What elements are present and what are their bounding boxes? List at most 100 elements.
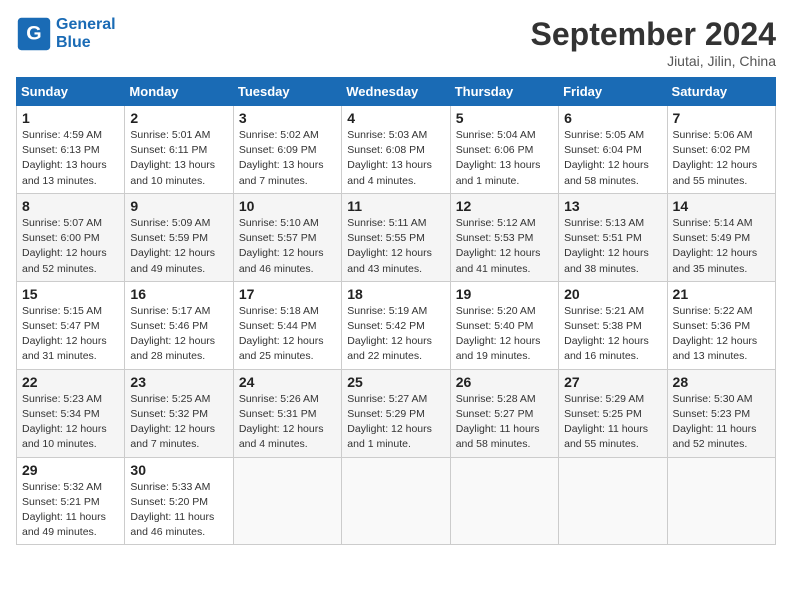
calendar-week-row: 8 Sunrise: 5:07 AM Sunset: 6:00 PM Daylig… [17,193,776,281]
day-number: 26 [456,374,553,390]
calendar-cell: 1 Sunrise: 4:59 AM Sunset: 6:13 PM Daylig… [17,106,125,194]
calendar-cell: 7 Sunrise: 5:06 AM Sunset: 6:02 PM Daylig… [667,106,775,194]
day-number: 12 [456,198,553,214]
day-number: 3 [239,110,336,126]
calendar-cell: 13Sunrise: 5:13 AM Sunset: 5:51 PM Dayli… [559,193,667,281]
day-number: 10 [239,198,336,214]
calendar-cell [450,457,558,545]
day-info: Sunrise: 5:05 AM Sunset: 6:04 PM Dayligh… [564,128,661,189]
calendar-week-row: 15 Sunrise: 5:15 AM Sunset: 5:47 PM Dayli… [17,281,776,369]
day-info: Sunrise: 5:32 AM Sunset: 5:21 PM Dayligh… [22,480,119,541]
calendar-cell: 10 Sunrise: 5:10 AM Sunset: 5:57 PM Dayli… [233,193,341,281]
day-number: 27 [564,374,661,390]
day-number: 29 [22,462,119,478]
calendar-cell: 5Sunrise: 5:04 AM Sunset: 6:06 PM Daylig… [450,106,558,194]
calendar-cell: 11 Sunrise: 5:11 AM Sunset: 5:55 PM Dayli… [342,193,450,281]
day-info: Sunrise: 5:17 AM Sunset: 5:46 PM Dayligh… [130,304,227,365]
logo-icon: G [16,16,52,52]
calendar-week-row: 1 Sunrise: 4:59 AM Sunset: 6:13 PM Daylig… [17,106,776,194]
calendar-cell: 8 Sunrise: 5:07 AM Sunset: 6:00 PM Daylig… [17,193,125,281]
title-area: September 2024 Jiutai, Jilin, China [531,16,776,69]
day-info: Sunrise: 5:27 AM Sunset: 5:29 PM Dayligh… [347,392,444,453]
calendar-cell: 21Sunrise: 5:22 AM Sunset: 5:36 PM Dayli… [667,281,775,369]
day-number: 7 [673,110,770,126]
calendar-cell: 28Sunrise: 5:30 AM Sunset: 5:23 PM Dayli… [667,369,775,457]
day-number: 11 [347,198,444,214]
day-info: Sunrise: 5:28 AM Sunset: 5:27 PM Dayligh… [456,392,553,453]
weekday-header-saturday: Saturday [667,78,775,106]
day-number: 21 [673,286,770,302]
calendar-cell: 24 Sunrise: 5:26 AM Sunset: 5:31 PM Dayli… [233,369,341,457]
calendar-cell: 23Sunrise: 5:25 AM Sunset: 5:32 PM Dayli… [125,369,233,457]
calendar-cell [667,457,775,545]
calendar-cell: 26 Sunrise: 5:28 AM Sunset: 5:27 PM Dayli… [450,369,558,457]
day-info: Sunrise: 5:04 AM Sunset: 6:06 PM Dayligh… [456,128,553,189]
day-number: 24 [239,374,336,390]
calendar-cell: 15 Sunrise: 5:15 AM Sunset: 5:47 PM Dayli… [17,281,125,369]
calendar-week-row: 22Sunrise: 5:23 AM Sunset: 5:34 PM Dayli… [17,369,776,457]
day-number: 15 [22,286,119,302]
calendar-cell: 19 Sunrise: 5:20 AM Sunset: 5:40 PM Dayli… [450,281,558,369]
day-info: Sunrise: 5:03 AM Sunset: 6:08 PM Dayligh… [347,128,444,189]
calendar-cell: 18 Sunrise: 5:19 AM Sunset: 5:42 PM Dayli… [342,281,450,369]
day-number: 6 [564,110,661,126]
day-info: Sunrise: 5:20 AM Sunset: 5:40 PM Dayligh… [456,304,553,365]
calendar-cell: 14Sunrise: 5:14 AM Sunset: 5:49 PM Dayli… [667,193,775,281]
day-number: 9 [130,198,227,214]
day-info: Sunrise: 5:12 AM Sunset: 5:53 PM Dayligh… [456,216,553,277]
weekday-header-tuesday: Tuesday [233,78,341,106]
month-title: September 2024 [531,16,776,53]
day-info: Sunrise: 5:09 AM Sunset: 5:59 PM Dayligh… [130,216,227,277]
calendar-cell: 25 Sunrise: 5:27 AM Sunset: 5:29 PM Dayli… [342,369,450,457]
calendar-cell: 12 Sunrise: 5:12 AM Sunset: 5:53 PM Dayli… [450,193,558,281]
calendar-cell: 30 Sunrise: 5:33 AM Sunset: 5:20 PM Dayli… [125,457,233,545]
calendar-cell: 22Sunrise: 5:23 AM Sunset: 5:34 PM Dayli… [17,369,125,457]
day-info: Sunrise: 5:06 AM Sunset: 6:02 PM Dayligh… [673,128,770,189]
day-number: 2 [130,110,227,126]
weekday-header-sunday: Sunday [17,78,125,106]
weekday-header-thursday: Thursday [450,78,558,106]
svg-text:G: G [26,22,41,44]
day-number: 1 [22,110,119,126]
day-number: 16 [130,286,227,302]
weekday-header-wednesday: Wednesday [342,78,450,106]
day-info: Sunrise: 5:10 AM Sunset: 5:57 PM Dayligh… [239,216,336,277]
day-info: Sunrise: 5:19 AM Sunset: 5:42 PM Dayligh… [347,304,444,365]
calendar-cell: 3 Sunrise: 5:02 AM Sunset: 6:09 PM Daylig… [233,106,341,194]
page-header: G General Blue September 2024 Jiutai, Ji… [16,16,776,69]
day-number: 18 [347,286,444,302]
calendar-cell: 20Sunrise: 5:21 AM Sunset: 5:38 PM Dayli… [559,281,667,369]
calendar-cell: 16 Sunrise: 5:17 AM Sunset: 5:46 PM Dayli… [125,281,233,369]
calendar-cell: 27Sunrise: 5:29 AM Sunset: 5:25 PM Dayli… [559,369,667,457]
day-number: 25 [347,374,444,390]
day-info: Sunrise: 5:02 AM Sunset: 6:09 PM Dayligh… [239,128,336,189]
logo: G General Blue [16,16,116,52]
calendar-cell: 17Sunrise: 5:18 AM Sunset: 5:44 PM Dayli… [233,281,341,369]
calendar-cell: 2Sunrise: 5:01 AM Sunset: 6:11 PM Daylig… [125,106,233,194]
day-info: Sunrise: 5:07 AM Sunset: 6:00 PM Dayligh… [22,216,119,277]
day-number: 4 [347,110,444,126]
calendar-week-row: 29 Sunrise: 5:32 AM Sunset: 5:21 PM Dayli… [17,457,776,545]
day-info: Sunrise: 5:30 AM Sunset: 5:23 PM Dayligh… [673,392,770,453]
day-number: 17 [239,286,336,302]
day-number: 8 [22,198,119,214]
location: Jiutai, Jilin, China [531,53,776,69]
calendar-table: SundayMondayTuesdayWednesdayThursdayFrid… [16,77,776,545]
calendar-cell: 29 Sunrise: 5:32 AM Sunset: 5:21 PM Dayli… [17,457,125,545]
calendar-cell: 6 Sunrise: 5:05 AM Sunset: 6:04 PM Daylig… [559,106,667,194]
weekday-header-friday: Friday [559,78,667,106]
calendar-cell: 4 Sunrise: 5:03 AM Sunset: 6:08 PM Daylig… [342,106,450,194]
day-info: Sunrise: 4:59 AM Sunset: 6:13 PM Dayligh… [22,128,119,189]
weekday-header-monday: Monday [125,78,233,106]
day-info: Sunrise: 5:11 AM Sunset: 5:55 PM Dayligh… [347,216,444,277]
day-info: Sunrise: 5:15 AM Sunset: 5:47 PM Dayligh… [22,304,119,365]
day-info: Sunrise: 5:26 AM Sunset: 5:31 PM Dayligh… [239,392,336,453]
day-number: 30 [130,462,227,478]
calendar-cell [559,457,667,545]
day-number: 19 [456,286,553,302]
day-info: Sunrise: 5:33 AM Sunset: 5:20 PM Dayligh… [130,480,227,541]
calendar-cell [233,457,341,545]
day-number: 23 [130,374,227,390]
day-number: 13 [564,198,661,214]
day-number: 14 [673,198,770,214]
